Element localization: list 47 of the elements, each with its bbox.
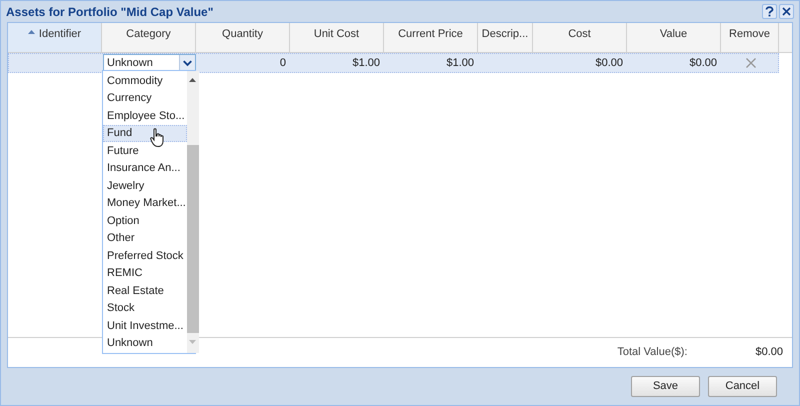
help-icon: [765, 6, 774, 17]
table-row[interactable]: Unknown 0 $1.00 $1.00 $0.00 $0.00: [8, 53, 779, 73]
column-header[interactable]: Current Price: [384, 23, 478, 52]
dropdown-option[interactable]: Currency: [103, 90, 187, 107]
dropdown-option[interactable]: Commodity: [103, 72, 187, 90]
table-cell-text: $1.00: [352, 56, 380, 71]
column-header[interactable]: Unit Cost: [290, 23, 384, 52]
column-header[interactable]: Category: [102, 23, 196, 52]
dropdown-option[interactable]: Unit Investme...: [103, 317, 187, 334]
dropdown-option[interactable]: Money Market...: [103, 194, 187, 212]
column-header[interactable]: Identifier: [8, 23, 102, 52]
dropdown-option[interactable]: Option: [103, 212, 187, 230]
dropdown-option[interactable]: Insurance An...: [103, 160, 187, 177]
window-title: Assets for Portfolio "Mid Cap Value": [6, 4, 214, 20]
dropdown-option[interactable]: Real Estate: [103, 282, 187, 300]
dropdown-option[interactable]: Stock: [103, 300, 187, 317]
close-icon: [782, 7, 791, 16]
scroll-up-icon[interactable]: [189, 78, 196, 82]
dropdown-option[interactable]: REMIC: [103, 264, 187, 282]
table-cell-text: 0: [280, 56, 286, 71]
dropdown-option[interactable]: Other: [103, 230, 187, 247]
column-header[interactable]: Quantity: [196, 23, 290, 52]
dropdown-option[interactable]: Unknown: [103, 334, 187, 352]
pointer-hand-icon: [150, 128, 166, 148]
dropdown-option[interactable]: Future: [103, 142, 187, 160]
help-button[interactable]: [762, 4, 777, 19]
dialog-button[interactable]: Save: [631, 376, 700, 397]
dropdown-option[interactable]: Jewelry: [103, 177, 187, 194]
dialog-button[interactable]: Cancel: [708, 376, 777, 397]
table-cell-text: $1.00: [446, 56, 474, 71]
scrollbar[interactable]: [186, 71, 199, 353]
close-button[interactable]: [779, 4, 794, 19]
column-header[interactable]: Remove: [721, 23, 779, 52]
total-label: Total Value($):: [617, 345, 688, 360]
remove-icon[interactable]: [746, 58, 756, 68]
dropdown-option[interactable]: Preferred Stock: [103, 247, 187, 264]
column-header[interactable]: Cost: [533, 23, 627, 52]
table-cell-text: $0.00: [595, 56, 623, 71]
column-header[interactable]: Value: [627, 23, 721, 52]
total-value: $0.00: [755, 345, 783, 360]
column-header[interactable]: Descrip...: [478, 23, 533, 52]
dropdown-option[interactable]: Fund: [103, 124, 187, 142]
dropdown-option[interactable]: Employee Sto...: [103, 107, 187, 124]
sort-ascending-icon: [28, 30, 35, 34]
scroll-down-icon[interactable]: [189, 340, 196, 344]
scrollbar-thumb[interactable]: [186, 145, 199, 333]
table-cell-text: $0.00: [689, 56, 717, 71]
